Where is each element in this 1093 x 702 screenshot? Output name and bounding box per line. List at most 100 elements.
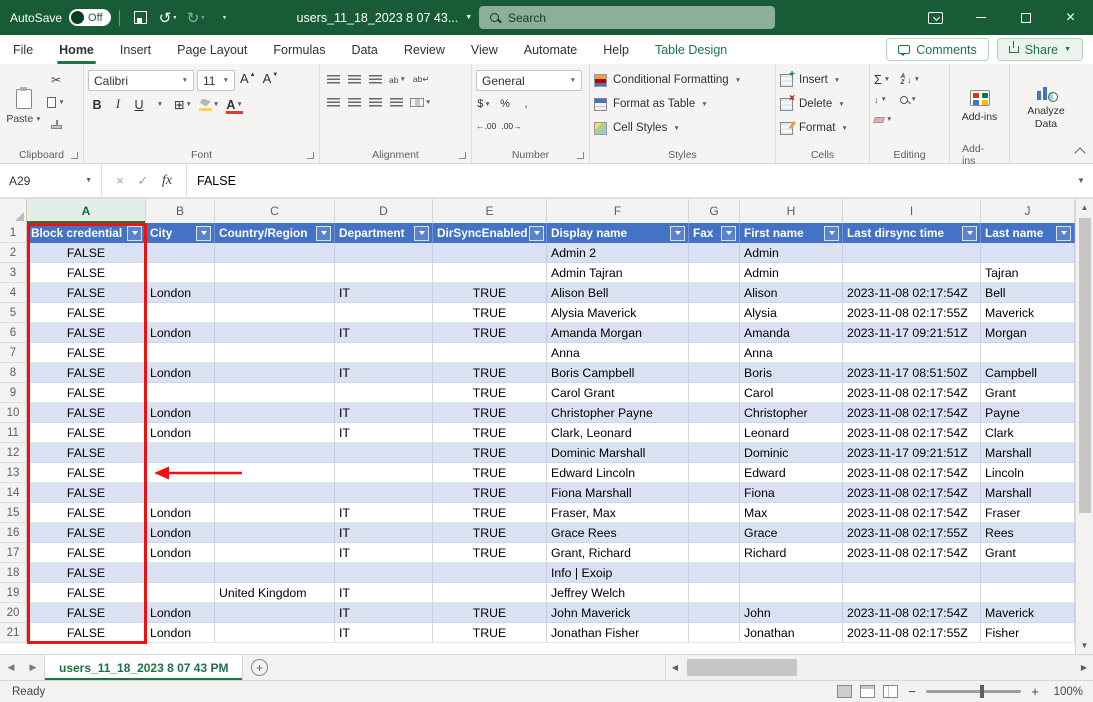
orientation-button[interactable]: ab▼ (387, 70, 408, 89)
align-top-button[interactable] (324, 70, 342, 89)
cell[interactable] (981, 343, 1075, 363)
column-header-F[interactable]: F (547, 199, 689, 223)
cell[interactable]: John Maverick (547, 603, 689, 623)
cell[interactable] (215, 363, 335, 383)
table-header-cell[interactable]: Fax (689, 223, 740, 243)
cell[interactable]: Carol (740, 383, 843, 403)
align-right-button[interactable] (366, 93, 384, 112)
cell[interactable] (146, 583, 215, 603)
cell[interactable]: Lincoln (981, 463, 1075, 483)
cell[interactable]: IT (335, 363, 433, 383)
row-number[interactable]: 11 (0, 423, 27, 443)
table-header-cell[interactable]: Country/Region (215, 223, 335, 243)
undo-button[interactable]: ↺▼ (156, 5, 181, 31)
cell[interactable]: Maverick (981, 303, 1075, 323)
menu-tab-page-layout[interactable]: Page Layout (164, 35, 260, 64)
cell[interactable] (335, 483, 433, 503)
cell[interactable] (689, 523, 740, 543)
cell[interactable]: 2023-11-08 02:17:54Z (843, 423, 981, 443)
row-number[interactable]: 15 (0, 503, 27, 523)
cell[interactable]: 2023-11-17 09:21:51Z (843, 323, 981, 343)
table-header-cell[interactable]: DirSyncEnabled (433, 223, 547, 243)
filter-button[interactable] (721, 226, 736, 241)
cell[interactable]: FALSE (27, 303, 146, 323)
table-header-cell[interactable]: Last name (981, 223, 1075, 243)
cell[interactable]: IT (335, 543, 433, 563)
cell[interactable]: Payne (981, 403, 1075, 423)
font-name-combo[interactable]: Calibri▼ (88, 70, 194, 91)
cell[interactable]: Info | Exoip (547, 563, 689, 583)
cell[interactable]: 2023-11-08 02:17:54Z (843, 603, 981, 623)
menu-tab-insert[interactable]: Insert (107, 35, 164, 64)
cell[interactable]: Fraser, Max (547, 503, 689, 523)
menu-tab-table-design[interactable]: Table Design (642, 35, 740, 64)
horizontal-scroll-thumb[interactable] (687, 659, 797, 676)
cell[interactable]: Clark, Leonard (547, 423, 689, 443)
row-number[interactable]: 5 (0, 303, 27, 323)
cell[interactable] (146, 463, 215, 483)
align-middle-button[interactable] (345, 70, 363, 89)
cell[interactable]: Amanda (740, 323, 843, 343)
cell[interactable]: Anna (547, 343, 689, 363)
filter-button[interactable] (414, 226, 429, 241)
cell[interactable] (215, 603, 335, 623)
cell[interactable]: Fisher (981, 623, 1075, 643)
add-sheet-button[interactable]: + (243, 655, 275, 680)
cell[interactable] (689, 263, 740, 283)
cell[interactable] (215, 423, 335, 443)
cell[interactable]: United Kingdom (215, 583, 335, 603)
row-number[interactable]: 18 (0, 563, 27, 583)
cell[interactable] (335, 343, 433, 363)
table-header-cell[interactable]: First name (740, 223, 843, 243)
conditional-formatting-button[interactable]: Conditional Formatting ▼ (594, 70, 771, 90)
cell[interactable] (215, 483, 335, 503)
bold-button[interactable]: B (88, 95, 106, 114)
document-title[interactable]: users_11_18_2023 8 07 43... ▼ (297, 11, 473, 25)
format-painter-button[interactable] (44, 115, 68, 133)
cell[interactable] (146, 303, 215, 323)
comma-format-button[interactable]: , (518, 95, 534, 113)
align-center-button[interactable] (345, 93, 363, 112)
cell[interactable]: FALSE (27, 243, 146, 263)
cell[interactable] (843, 343, 981, 363)
cell[interactable]: Marshall (981, 443, 1075, 463)
cell[interactable] (215, 303, 335, 323)
cell[interactable] (843, 263, 981, 283)
cell[interactable] (215, 563, 335, 583)
column-header-E[interactable]: E (433, 199, 547, 223)
cell[interactable]: Morgan (981, 323, 1075, 343)
close-button[interactable]: × (1048, 0, 1093, 35)
cell[interactable]: 2023-11-08 02:17:54Z (843, 283, 981, 303)
menu-tab-file[interactable]: File (0, 35, 46, 64)
cell[interactable]: Jonathan Fisher (547, 623, 689, 643)
cell[interactable] (215, 463, 335, 483)
column-header-I[interactable]: I (843, 199, 981, 223)
insert-function-button[interactable]: fx (156, 173, 178, 189)
sheet-nav-left-button[interactable]: ◀ (0, 655, 22, 680)
cell[interactable]: TRUE (433, 543, 547, 563)
cell[interactable] (335, 243, 433, 263)
underline-options-button[interactable]: ▼ (151, 95, 169, 114)
row-number[interactable]: 6 (0, 323, 27, 343)
cell[interactable]: Admin (740, 263, 843, 283)
cut-button[interactable]: ✂ (44, 71, 68, 89)
cancel-button[interactable]: × (110, 173, 130, 188)
search-box[interactable]: Search (479, 6, 775, 29)
filter-button[interactable] (127, 226, 142, 241)
cell[interactable]: Grace Rees (547, 523, 689, 543)
cell[interactable]: 2023-11-08 02:17:54Z (843, 483, 981, 503)
cell[interactable] (689, 303, 740, 323)
cell[interactable]: Alysia (740, 303, 843, 323)
row-number[interactable]: 8 (0, 363, 27, 383)
cell[interactable] (981, 243, 1075, 263)
cell[interactable]: Christopher (740, 403, 843, 423)
cell[interactable] (215, 503, 335, 523)
sort-filter-button[interactable]: AZ↓▼ (900, 71, 920, 88)
cell[interactable] (689, 443, 740, 463)
cell[interactable] (843, 583, 981, 603)
cell[interactable]: FALSE (27, 363, 146, 383)
cell[interactable] (689, 243, 740, 263)
zoom-in-button[interactable]: + (1029, 684, 1041, 699)
cell[interactable]: Anna (740, 343, 843, 363)
cell[interactable] (689, 563, 740, 583)
